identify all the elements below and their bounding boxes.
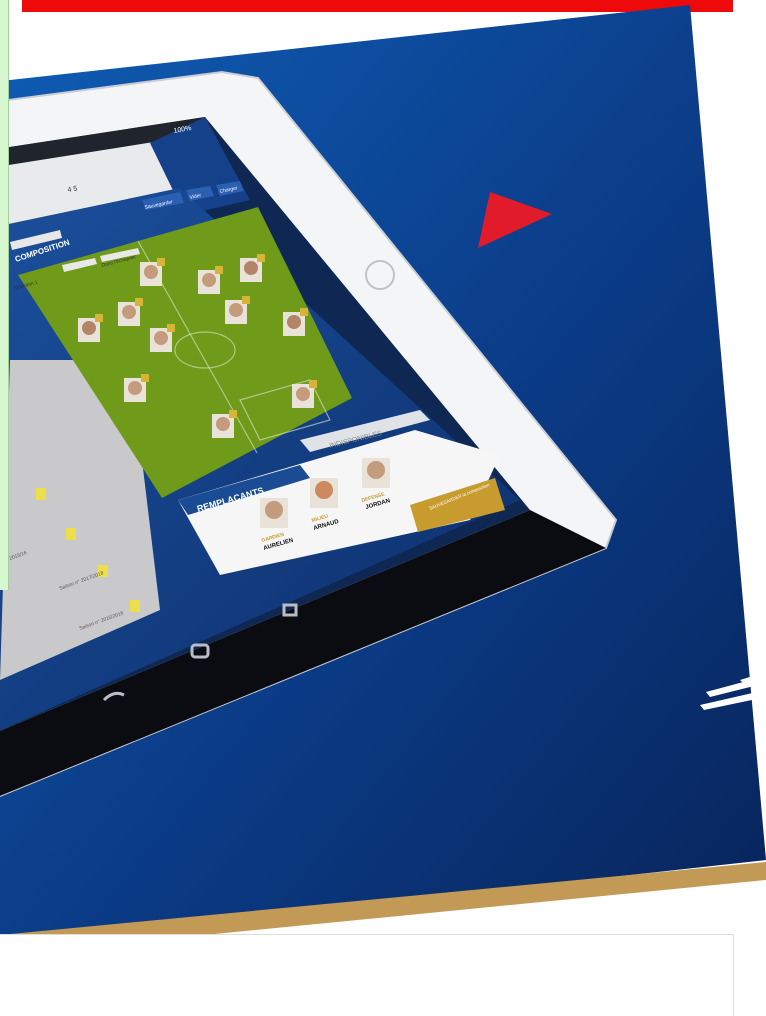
left-entry-1: 2015/16	[9, 550, 28, 562]
select-a[interactable]: Sélection 1	[13, 280, 39, 292]
save-composition-label[interactable]: SAUVEGARDER la composition	[429, 482, 491, 511]
left-entry-2: Saison n° 2017/2018	[59, 570, 105, 592]
left-entry-3: Saison n° 2015/2016	[79, 610, 125, 632]
substitutes-title: REMPLAÇANTS	[196, 485, 265, 514]
toolbar-button-clear[interactable]: Vider	[189, 193, 202, 201]
toolbar-button-load[interactable]: Charger	[219, 185, 238, 195]
page-indicator: 4 5	[67, 185, 78, 194]
footer-bar	[0, 934, 734, 1016]
screen-text-layer: 100% 4 5 COMPOSITION Sauvegarder Vider C…	[9, 125, 491, 632]
status-battery: 100%	[173, 125, 192, 135]
section-title: COMPOSITION	[14, 238, 71, 264]
select-b[interactable]: Dans l'échiquier	[101, 254, 137, 269]
unavailable-label: INDISPONIBLES	[329, 430, 383, 450]
toolbar-button-save[interactable]: Sauvegarder	[144, 199, 174, 211]
